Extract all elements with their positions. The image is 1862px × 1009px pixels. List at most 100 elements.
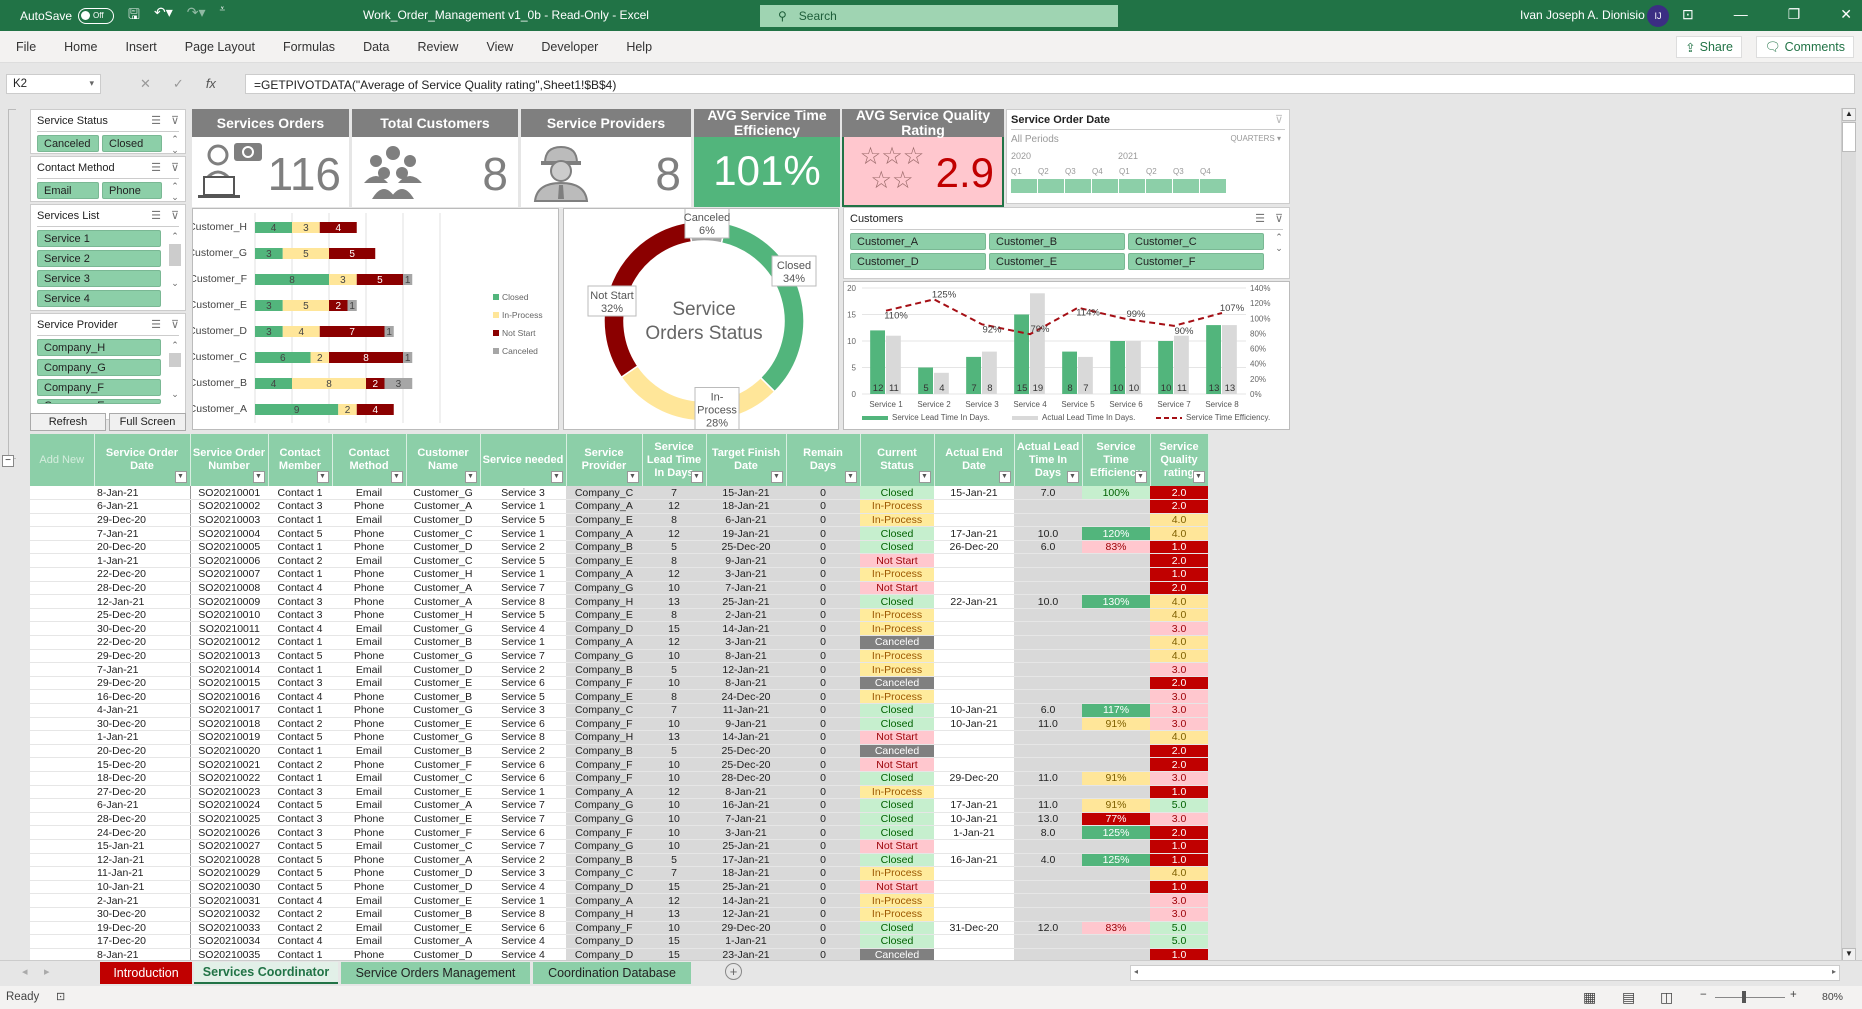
cell-service-provider[interactable]: Company_D — [566, 621, 642, 637]
ribbon-tab-formulas[interactable]: Formulas — [283, 40, 335, 54]
cell-contact-method[interactable]: Email — [332, 798, 406, 813]
table-row[interactable]: 30-Dec-20 SO20210032 Contact 2 Email Custome… — [30, 907, 1208, 922]
cell-contact-member[interactable]: Contact 3 — [268, 676, 332, 691]
cell-service-provider[interactable]: Company_F — [566, 757, 642, 772]
cell-service-order-number[interactable]: SO20210001 — [190, 486, 268, 501]
cell-target-finish-date[interactable]: 6-Jan-21 — [706, 513, 786, 528]
cell-service-time-efficiency[interactable] — [1082, 499, 1150, 514]
cell-target-finish-date[interactable]: 18-Jan-21 — [706, 499, 786, 514]
cell-remain-days[interactable]: 0 — [786, 689, 860, 704]
cell-service-provider[interactable]: Company_D — [566, 934, 642, 949]
cell-service-time-efficiency[interactable] — [1082, 635, 1150, 650]
cell-service-time-efficiency[interactable]: 77% — [1082, 812, 1150, 827]
search-box[interactable]: ⚲ Search — [760, 5, 1118, 27]
filter-dropdown-icon[interactable]: ▼ — [464, 471, 477, 483]
next-sheet-icon[interactable]: ▸ — [44, 965, 50, 978]
cell-customer-name[interactable]: Customer_D — [406, 513, 480, 528]
cell-actual-end-date[interactable] — [934, 785, 1014, 800]
cell-customer-name[interactable]: Customer_G — [406, 486, 480, 501]
cell-contact-member[interactable]: Contact 3 — [268, 825, 332, 840]
cell-current-status[interactable]: Closed — [860, 853, 934, 868]
cell-service-time-efficiency[interactable] — [1082, 907, 1150, 922]
cell-remain-days[interactable]: 0 — [786, 703, 860, 718]
cell-service-needed[interactable]: Service 8 — [480, 594, 566, 609]
restore-icon[interactable]: ❐ — [1788, 6, 1801, 23]
cell-contact-method[interactable]: Phone — [332, 499, 406, 514]
cell-actual-end-date[interactable] — [934, 880, 1014, 895]
cell-contact-method[interactable]: Phone — [332, 880, 406, 895]
slicer-item[interactable]: Company_F — [37, 379, 161, 396]
cell-service-order-date[interactable]: 24-Dec-20 — [94, 825, 191, 840]
timeline-quarter[interactable]: Q1 — [1119, 167, 1145, 193]
cell-contact-member[interactable]: Contact 4 — [268, 581, 332, 596]
cell-customer-name[interactable]: Customer_B — [406, 744, 480, 759]
cell-actual-lead-time-in-days[interactable]: 13.0 — [1014, 812, 1082, 827]
slicer-item[interactable]: Company_H — [37, 339, 161, 356]
cell-service-needed[interactable]: Service 4 — [480, 934, 566, 949]
cell-service-provider[interactable]: Company_F — [566, 825, 642, 840]
cell-contact-method[interactable]: Email — [332, 907, 406, 922]
cell-target-finish-date[interactable]: 8-Jan-21 — [706, 649, 786, 664]
cell-remain-days[interactable]: 0 — [786, 581, 860, 596]
cell-service-order-date[interactable]: 29-Dec-20 — [94, 513, 191, 528]
cell-current-status[interactable]: Canceled — [860, 744, 934, 759]
cell-service-lead-time-in-days[interactable]: 13 — [642, 907, 706, 922]
slicer-item[interactable]: Company_G — [37, 359, 161, 376]
cell-target-finish-date[interactable]: 25-Jan-21 — [706, 839, 786, 854]
cell-customer-name[interactable]: Customer_B — [406, 689, 480, 704]
cell-service-provider[interactable]: Company_F — [566, 921, 642, 936]
customize-qat-icon[interactable]: ⩡ — [220, 4, 226, 28]
cell-service-quality-rating[interactable]: 2.0 — [1150, 499, 1208, 514]
cell-service-order-number[interactable]: SO20210022 — [190, 771, 268, 786]
cell-service-provider[interactable]: Company_E — [566, 608, 642, 623]
cell-service-provider[interactable]: Company_E — [566, 553, 642, 569]
cell-contact-method[interactable]: Email — [332, 676, 406, 691]
clear-filter-icon[interactable]: ⊽ — [1275, 212, 1283, 225]
page-layout-view-icon[interactable]: ▤ — [1622, 989, 1635, 1006]
table-row[interactable]: 15-Jan-21 SO20210027 Contact 5 Email Custome… — [30, 839, 1208, 854]
cell-service-quality-rating[interactable]: 2.0 — [1150, 757, 1208, 772]
cell-service-time-efficiency[interactable] — [1082, 649, 1150, 664]
cell-actual-lead-time-in-days[interactable] — [1014, 662, 1082, 677]
cell-service-order-date[interactable]: 25-Dec-20 — [94, 608, 191, 623]
cell-service-lead-time-in-days[interactable]: 7 — [642, 703, 706, 718]
cell-actual-end-date[interactable]: 10-Jan-21 — [934, 703, 1014, 718]
cell-actual-end-date[interactable] — [934, 553, 1014, 569]
cell-service-time-efficiency[interactable]: 125% — [1082, 825, 1150, 840]
cell-service-provider[interactable]: Company_E — [566, 513, 642, 528]
cell-service-time-efficiency[interactable] — [1082, 839, 1150, 854]
cell-service-time-efficiency[interactable] — [1082, 581, 1150, 596]
cell-customer-name[interactable]: Customer_E — [406, 676, 480, 691]
filter-dropdown-icon[interactable]: ▼ — [690, 471, 703, 483]
cell-remain-days[interactable]: 0 — [786, 676, 860, 691]
cell-service-order-date[interactable]: 10-Jan-21 — [94, 880, 191, 895]
slicer-scroll[interactable]: ⌃ ⌄ — [1273, 232, 1285, 254]
cell-service-lead-time-in-days[interactable]: 15 — [642, 880, 706, 895]
cell-contact-method[interactable]: Phone — [332, 594, 406, 609]
cell-actual-lead-time-in-days[interactable] — [1014, 553, 1082, 569]
cell-service-lead-time-in-days[interactable]: 8 — [642, 513, 706, 528]
cell-service-time-efficiency[interactable] — [1082, 866, 1150, 881]
cell-service-order-date[interactable]: 15-Dec-20 — [94, 757, 191, 772]
cell-current-status[interactable]: Closed — [860, 825, 934, 840]
cell-service-needed[interactable]: Service 7 — [480, 581, 566, 596]
cell-service-order-number[interactable]: SO20210031 — [190, 893, 268, 908]
cell-service-order-number[interactable]: SO20210013 — [190, 649, 268, 664]
cell-service-needed[interactable]: Service 7 — [480, 798, 566, 813]
cell-customer-name[interactable]: Customer_C — [406, 771, 480, 786]
table-row[interactable]: 10-Jan-21 SO20210030 Contact 5 Phone Custome… — [30, 880, 1208, 895]
cell-service-quality-rating[interactable]: 4.0 — [1150, 866, 1208, 881]
cell-service-order-number[interactable]: SO20210007 — [190, 567, 268, 582]
cell-actual-end-date[interactable]: 22-Jan-21 — [934, 594, 1014, 609]
cell-contact-method[interactable]: Phone — [332, 730, 406, 745]
slicer-item[interactable]: Customer_A — [850, 233, 986, 250]
cell-customer-name[interactable]: Customer_B — [406, 907, 480, 922]
cell-service-order-date[interactable]: 22-Dec-20 — [94, 635, 191, 650]
cell-target-finish-date[interactable]: 24-Dec-20 — [706, 689, 786, 704]
cell-service-order-number[interactable]: SO20210032 — [190, 907, 268, 922]
cell-contact-member[interactable]: Contact 1 — [268, 662, 332, 677]
cell-service-needed[interactable]: Service 3 — [480, 703, 566, 718]
cell-service-lead-time-in-days[interactable]: 10 — [642, 757, 706, 772]
cell-service-quality-rating[interactable]: 5.0 — [1150, 921, 1208, 936]
cell-actual-end-date[interactable]: 16-Jan-21 — [934, 853, 1014, 868]
